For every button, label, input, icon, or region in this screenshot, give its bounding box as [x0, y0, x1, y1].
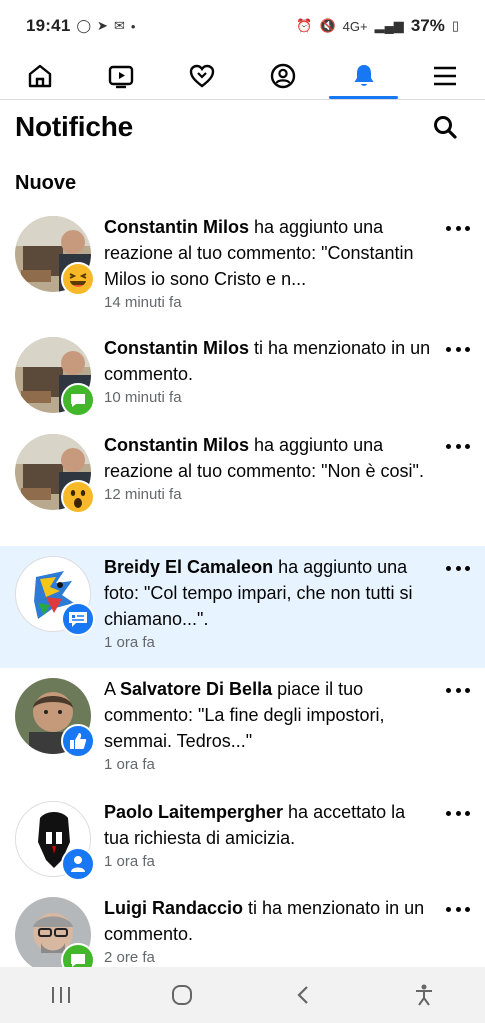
- notification-text: Constantin Milos ha aggiunto una reazion…: [104, 435, 424, 481]
- more-options-button[interactable]: [446, 682, 470, 698]
- section-title-new: Nuove: [15, 172, 77, 194]
- notification-text: Constantin Milos ti ha menzionato in un …: [104, 338, 431, 384]
- profile-icon: [270, 63, 296, 88]
- notification-time: 12 minuti fa: [104, 486, 182, 503]
- back-icon: [297, 986, 308, 1004]
- notification-item[interactable]: A Salvatore Di Bella piace il tuo commen…: [0, 668, 485, 791]
- signal-icon: ▂▄▆: [374, 18, 404, 33]
- notification-time: 14 minuti fa: [104, 294, 182, 311]
- status-bar: 19:41 ◯ ➤ ✉ • ⏰ 🔇 4G+ ▂▄▆ 37% ▯: [0, 0, 485, 52]
- whatsapp-icon: ◯: [76, 18, 92, 33]
- more-options-button[interactable]: [446, 341, 470, 357]
- tab-notifications[interactable]: [323, 52, 404, 99]
- notification-item[interactable]: Constantin Milos ha aggiunto una reazion…: [0, 424, 485, 546]
- system-navigation-bar: [0, 967, 485, 1023]
- back-button[interactable]: [283, 975, 323, 1015]
- more-options-button[interactable]: [446, 805, 470, 821]
- telegram-icon: ➤: [97, 18, 108, 33]
- notification-text: Breidy El Camaleon ha aggiunto una foto:…: [104, 557, 413, 629]
- actor-name: Salvatore Di Bella: [120, 679, 273, 699]
- dot-icon: •: [130, 18, 136, 34]
- notification-time: 10 minuti fa: [104, 389, 182, 406]
- page-header: Notifiche: [0, 104, 485, 150]
- search-button[interactable]: [428, 110, 462, 144]
- actor-name: Constantin Milos: [104, 338, 249, 358]
- notification-text: A Salvatore Di Bella piace il tuo commen…: [104, 679, 385, 751]
- status-time: 19:41: [26, 16, 71, 35]
- actor-name: Luigi Randaccio: [104, 898, 244, 918]
- tab-dating[interactable]: [162, 52, 243, 99]
- actor-name: Constantin Milos: [104, 217, 249, 237]
- haha-reaction-icon: [61, 262, 95, 296]
- mute-icon: 🔇: [319, 18, 336, 33]
- notification-time: 2 ore fa: [104, 949, 155, 966]
- more-options-button[interactable]: [446, 438, 470, 454]
- bell-icon: [354, 64, 374, 86]
- heart-icon: [189, 64, 215, 88]
- more-options-button[interactable]: [446, 560, 470, 576]
- notification-text: Luigi Randaccio ti ha menzionato in un c…: [104, 898, 425, 944]
- home-icon: [29, 64, 52, 87]
- notification-item[interactable]: Paolo Laitempergher ha accettato la tua …: [0, 791, 485, 887]
- top-nav: [0, 52, 485, 100]
- comment-icon: [61, 383, 95, 417]
- more-options-button[interactable]: [446, 220, 470, 236]
- accessibility-icon: [416, 984, 433, 1006]
- notification-time: 1 ora fa: [104, 756, 155, 773]
- friend-icon: [61, 847, 95, 881]
- notification-time: 1 ora fa: [104, 634, 155, 651]
- menu-icon: [433, 66, 456, 85]
- alarm-icon: ⏰: [296, 18, 313, 33]
- tab-home[interactable]: [0, 52, 81, 99]
- recent-apps-button[interactable]: [41, 975, 81, 1015]
- tab-video[interactable]: [81, 52, 162, 99]
- notification-list: Constantin Milos ha aggiunto una reazion…: [0, 206, 485, 984]
- page-title: Notifiche: [15, 111, 133, 142]
- search-icon: [434, 116, 457, 139]
- video-icon: [109, 65, 134, 88]
- wow-reaction-icon: [61, 480, 95, 514]
- like-icon: [61, 724, 95, 758]
- home-circle-icon: [171, 985, 192, 1005]
- actor-name: Breidy El Camaleon: [104, 557, 274, 577]
- network-label: 4G+: [342, 18, 368, 34]
- notification-text: Constantin Milos ha aggiunto una reazion…: [104, 217, 414, 289]
- tab-menu[interactable]: [404, 52, 485, 99]
- page-post-icon: [61, 602, 95, 636]
- recent-apps-icon: [51, 987, 70, 1003]
- accessibility-button[interactable]: [404, 975, 444, 1015]
- notification-time: 1 ora fa: [104, 853, 155, 870]
- notification-item[interactable]: Constantin Milos ha aggiunto una reazion…: [0, 206, 485, 327]
- notification-item[interactable]: Constantin Milos ti ha menzionato in un …: [0, 327, 485, 424]
- actor-name: Paolo Laitempergher: [104, 802, 284, 822]
- more-options-button[interactable]: [446, 901, 470, 917]
- notification-text: Paolo Laitempergher ha accettato la tua …: [104, 802, 406, 848]
- gmail-icon: ✉: [113, 18, 125, 33]
- actor-name: Constantin Milos: [104, 435, 249, 455]
- battery-level: 37%: [410, 16, 445, 35]
- tab-profile[interactable]: [242, 52, 323, 99]
- home-button[interactable]: [162, 975, 202, 1015]
- notification-item[interactable]: Breidy El Camaleon ha aggiunto una foto:…: [0, 546, 485, 668]
- battery-icon: ▯: [451, 18, 459, 33]
